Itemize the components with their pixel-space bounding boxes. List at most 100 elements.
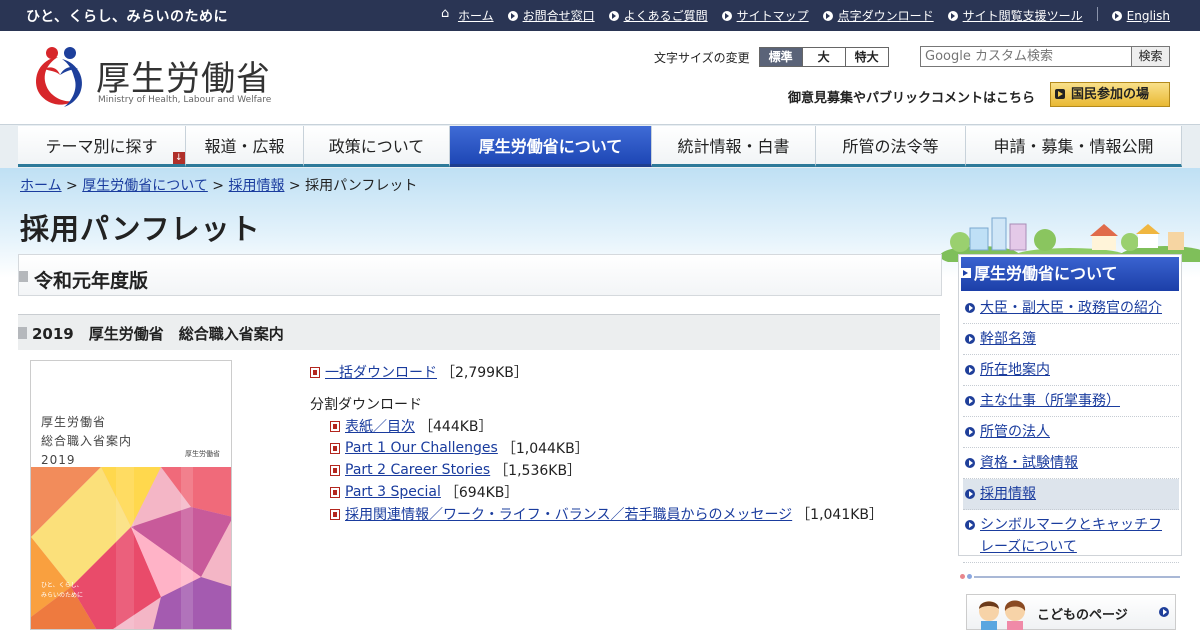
pdf-icon <box>330 442 340 454</box>
sidebar-item-recruit[interactable]: 採用情報 <box>963 479 1179 510</box>
font-size-switcher: 文字サイズの変更 標準 大 特大 <box>654 47 889 67</box>
download-link-part2[interactable]: Part 2 Career Stories <box>345 462 490 478</box>
page-title: 採用パンフレット <box>20 212 261 246</box>
sidebar-item-label[interactable]: シンボルマークとキャッチフレーズについて <box>980 517 1162 555</box>
breadcrumb-separator: > <box>212 178 225 194</box>
sidebar-item-label[interactable]: 所管の法人 <box>980 424 1050 440</box>
tab-about[interactable]: 厚生労働省について <box>450 126 652 167</box>
pamphlet-cover-image: 厚生労働省 総合職入省案内 2019 厚生労働省 ひと、くらし、 みらいのために <box>30 360 232 630</box>
breadcrumb-link-recruit[interactable]: 採用情報 <box>228 178 284 194</box>
font-size-xlarge-button[interactable]: 特大 <box>844 47 889 67</box>
arrow-circle-icon <box>965 396 975 406</box>
sidebar-item-label[interactable]: 大臣・副大臣・政務官の紹介 <box>980 300 1162 316</box>
tab-applications[interactable]: 申請・募集・情報公開 <box>966 126 1182 167</box>
sidebar-item-exams[interactable]: 資格・試験情報 <box>963 448 1179 479</box>
sidebar-item-label[interactable]: 所在地案内 <box>980 362 1050 378</box>
sidebar-item-label[interactable]: 採用情報 <box>980 486 1036 502</box>
arrow-circle-icon <box>947 10 958 21</box>
download-link-part3[interactable]: Part 3 Special <box>345 484 441 500</box>
cover-slogan-line: みらいのために <box>41 592 84 599</box>
kids-page-banner[interactable]: こどものページ <box>966 594 1176 630</box>
sidebar-item-label[interactable]: 資格・試験情報 <box>980 455 1078 471</box>
public-participation-button[interactable]: 国民参加の場 <box>1050 82 1170 107</box>
tab-label: 統計情報・白書 <box>677 137 790 156</box>
public-comment-link[interactable]: 御意見募集やパブリックコメントはこちら <box>788 87 1035 106</box>
file-size: ［444KB］ <box>419 419 493 435</box>
site-header: 厚生労働省 Ministry of Health, Labour and Wel… <box>0 31 1200 124</box>
file-size: ［1,044KB］ <box>501 441 589 457</box>
mhlw-logo-icon[interactable] <box>30 43 90 109</box>
breadcrumb-link-home[interactable]: ホーム <box>20 178 62 194</box>
sidebar-item-corporations[interactable]: 所管の法人 <box>963 417 1179 448</box>
site-logo-text[interactable]: 厚生労働省 <box>96 51 271 100</box>
kids-page-label: こどものページ <box>1037 608 1128 623</box>
sidebar-divider <box>960 574 1180 580</box>
utility-link-accessibility[interactable]: サイト閲覧支援ツール <box>947 7 1083 24</box>
site-slogan: ひと、くらし、みらいのために <box>26 9 229 25</box>
utility-link-english[interactable]: English <box>1111 7 1170 24</box>
arrow-circle-icon <box>507 10 518 21</box>
font-size-standard-button[interactable]: 標準 <box>758 47 803 67</box>
arrow-circle-icon <box>965 520 975 530</box>
utility-link-sitemap[interactable]: サイトマップ <box>721 7 809 24</box>
tab-label: 政策について <box>328 137 425 156</box>
tab-press[interactable]: 報道・広報 <box>186 126 304 167</box>
tab-label: テーマ別に探す <box>45 137 158 156</box>
download-link-cover[interactable]: 表紙／目次 <box>345 416 415 436</box>
cover-title-line: 厚生労働省 <box>41 415 107 429</box>
sidebar-item-executives[interactable]: 幹部名簿 <box>963 324 1179 355</box>
utility-nav: ホーム お問合せ窓口 よくあるご質問 サイトマップ 点字ダウンロード サイト閲覧… <box>428 6 1170 24</box>
tab-statistics[interactable]: 統計情報・白書 <box>652 126 816 167</box>
font-size-label: 文字サイズの変更 <box>654 50 750 65</box>
search-button[interactable]: 検索 <box>1132 46 1170 67</box>
split-download-row: 採用関連情報／ワーク・ライフ・バランス／若手職員からのメッセージ ［1,041K… <box>330 504 883 524</box>
sidebar-item-label[interactable]: 幹部名簿 <box>980 331 1036 347</box>
children-illustration-icon <box>979 600 1026 630</box>
arrow-circle-icon <box>965 427 975 437</box>
breadcrumb-link-about[interactable]: 厚生労働省について <box>82 178 208 194</box>
arrow-circle-icon <box>965 334 975 344</box>
sidebar-item-label[interactable]: 主な仕事（所掌事務） <box>980 393 1120 409</box>
main-content: 令和元年度版 2019 厚生労働省 総合職入省案内 厚生労働省 総合職入省案内 … <box>18 254 942 630</box>
breadcrumb: ホーム > 厚生労働省について > 採用情報 > 採用パンフレット <box>20 175 417 195</box>
divider-dot <box>960 574 965 579</box>
utility-link-home[interactable]: ホーム <box>441 6 494 24</box>
tab-label: 報道・広報 <box>204 137 285 156</box>
sidebar-item-symbol[interactable]: シンボルマークとキャッチフレーズについて <box>963 510 1179 563</box>
tab-label: 所管の法令等 <box>842 137 939 156</box>
sidebar-item-duties[interactable]: 主な仕事（所掌事務） <box>963 386 1179 417</box>
tab-laws[interactable]: 所管の法令等 <box>816 126 966 167</box>
tab-label: 厚生労働省について <box>478 137 623 156</box>
divider <box>1096 7 1098 21</box>
site-logo-subtitle: Ministry of Health, Labour and Welfare <box>98 95 272 105</box>
sidebar-title[interactable]: 厚生労働省について <box>961 257 1179 291</box>
pdf-icon <box>330 486 340 498</box>
bulk-download-row: 一括ダウンロード ［2,799KB］ <box>310 362 528 382</box>
utility-link-contact[interactable]: お問合せ窓口 <box>507 7 595 24</box>
sidebar-item-location[interactable]: 所在地案内 <box>963 355 1179 386</box>
arrow-circle-icon <box>965 489 975 499</box>
search-input[interactable] <box>920 46 1132 67</box>
arrow-circle-icon <box>1159 607 1169 617</box>
split-download-label: 分割ダウンロード <box>310 397 422 413</box>
sidebar-item-ministers[interactable]: 大臣・副大臣・政務官の紹介 <box>963 293 1179 324</box>
download-link-recruit-info[interactable]: 採用関連情報／ワーク・ライフ・バランス／若手職員からのメッセージ <box>345 504 792 524</box>
cover-slogan: ひと、くらし、 みらいのために <box>41 581 83 601</box>
tab-policy[interactable]: 政策について <box>304 126 450 167</box>
cover-slogan-line: ひと、くらし、 <box>41 582 83 589</box>
font-size-large-button[interactable]: 大 <box>801 47 846 67</box>
utility-link-faq[interactable]: よくあるご質問 <box>608 7 708 24</box>
file-size: ［694KB］ <box>444 485 519 501</box>
sidebar-links: 大臣・副大臣・政務官の紹介 幹部名簿 所在地案内 主な仕事（所掌事務） 所管の法… <box>963 293 1179 563</box>
tab-theme[interactable]: テーマ別に探す <box>18 126 186 179</box>
breadcrumb-separator: > <box>288 178 301 194</box>
bulk-download-link[interactable]: 一括ダウンロード <box>325 362 437 382</box>
cover-title: 厚生労働省 総合職入省案内 2019 <box>41 413 132 470</box>
utility-link-braille[interactable]: 点字ダウンロード <box>822 7 934 24</box>
subsection-heading: 2019 厚生労働省 総合職入省案内 <box>18 314 940 350</box>
section-title: 令和元年度版 <box>34 270 149 292</box>
pdf-icon <box>330 464 340 476</box>
download-link-part1[interactable]: Part 1 Our Challenges <box>345 440 498 456</box>
cover-mosaic-pattern <box>31 467 231 629</box>
breadcrumb-separator: > <box>66 178 78 194</box>
